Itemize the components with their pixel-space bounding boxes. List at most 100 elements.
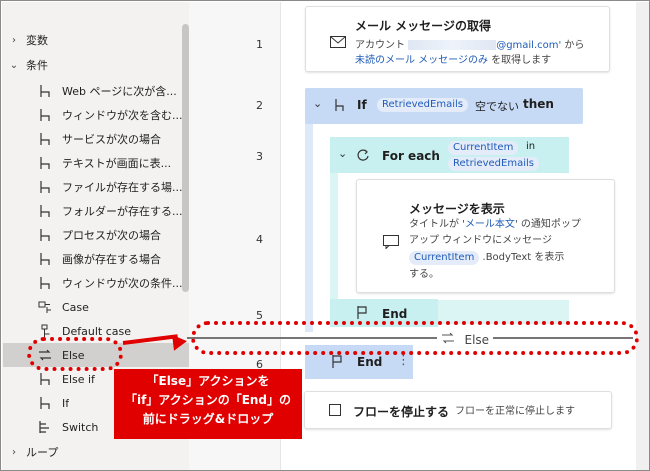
- branch-icon: [36, 371, 54, 387]
- desc-text: から: [561, 40, 585, 51]
- annotation-text: 「Else」アクションを 「if」アクションの「End」の 前にドラッグ&ドロッ…: [124, 374, 292, 426]
- branch-icon: [36, 251, 54, 267]
- branch-icon: [36, 179, 54, 195]
- window-frame: › 変数 ⌄ 条件 Web ページに次が含... ウィンドウが次を含む... サ…: [0, 0, 650, 471]
- then-keyword: then: [523, 97, 554, 111]
- annotation-drop-oval: [191, 321, 639, 355]
- desc-text: アカウント: [355, 40, 405, 51]
- action-label: If: [62, 396, 70, 410]
- redacted-email: [408, 40, 497, 50]
- action-card-show-message[interactable]: メッセージを表示 タイトルが 'メール本文' の通知ポップ アップ ウィンドウに…: [356, 179, 615, 293]
- action-item-window-contains[interactable]: ウィンドウが次を含む...: [36, 103, 186, 127]
- foreach-keyword: For each: [382, 149, 440, 163]
- action-label: ウィンドウが次を含む...: [62, 109, 183, 122]
- branch-icon: [36, 395, 54, 411]
- action-item-folder-exists[interactable]: フォルダーが存在する...: [36, 199, 186, 223]
- chevron-down-icon[interactable]: ⌄: [313, 97, 322, 110]
- action-card-stop-flow[interactable]: フローを停止する フローを正常に停止します: [304, 391, 612, 429]
- chevron-down-icon: ⌄: [9, 59, 19, 71]
- variable-token: CurrentItem: [448, 141, 519, 155]
- foreach-header[interactable]: ⌄ For each CurrentItem in RetrievedEmail…: [330, 137, 569, 173]
- action-label: ファイルが存在する場...: [62, 181, 183, 194]
- variable-token: RetrievedEmails: [377, 98, 468, 112]
- action-label: フォルダーが存在する...: [62, 205, 183, 218]
- action-description: フローを正常に停止します: [455, 406, 575, 417]
- action-label: ウィンドウが次の条件...: [62, 277, 183, 290]
- line-number: 2: [256, 99, 263, 112]
- branch-icon: [36, 275, 54, 291]
- branch-icon: [36, 203, 54, 219]
- chevron-right-icon: ›: [12, 34, 16, 46]
- action-item-image-exists[interactable]: 画像が存在する場合: [36, 247, 186, 271]
- action-item-text-on-screen[interactable]: テキストが画面に表...: [36, 151, 186, 175]
- branch-icon: [36, 83, 54, 99]
- group-label: ループ: [26, 446, 59, 459]
- desc-text: を取得します: [487, 55, 552, 66]
- group-loops[interactable]: › ループ: [8, 440, 58, 464]
- branch-icon: [333, 98, 345, 115]
- if-keyword: If: [357, 98, 367, 112]
- action-label: Case: [62, 300, 89, 314]
- action-description-line4: する。: [409, 269, 439, 280]
- annotation-else-oval: [27, 337, 123, 371]
- action-label: テキストが画面に表...: [62, 157, 172, 170]
- action-item-if-process[interactable]: プロセスが次の場合: [36, 223, 186, 247]
- action-description: アカウント @gmail.com' から: [355, 38, 584, 53]
- desc-text: .BodyText を表示: [482, 252, 565, 263]
- flag-icon: [331, 354, 344, 371]
- annotation-arrow-head: [172, 333, 188, 351]
- branch-icon: [36, 107, 54, 123]
- action-label: Web ページに次が含...: [62, 85, 177, 98]
- line-number: 4: [256, 233, 263, 246]
- action-title: メッセージを表示: [409, 202, 505, 216]
- more-options-icon[interactable]: ⋮: [397, 353, 410, 368]
- if-header[interactable]: ⌄ If RetrievedEmails 空でない then: [305, 88, 583, 124]
- action-item-file-exists[interactable]: ファイルが存在する場...: [36, 175, 186, 199]
- variable-token: RetrievedEmails: [448, 157, 539, 171]
- desc-text: タイトルが ': [409, 219, 465, 230]
- action-card-retrieve-email[interactable]: メール メッセージの取得 アカウント @gmail.com' から 未読のメール…: [305, 6, 610, 72]
- action-description-line3: CurrentItem .BodyText を表示: [409, 250, 564, 265]
- group-label: 変数: [26, 34, 48, 47]
- action-label: Else if: [62, 372, 95, 386]
- condition-text: 空でない: [475, 100, 519, 113]
- email-param: @gmail.com': [496, 40, 562, 51]
- chevron-down-icon[interactable]: ⌄: [338, 147, 347, 160]
- chevron-right-icon: ›: [12, 446, 16, 458]
- action-label: プロセスが次の場合: [62, 229, 161, 242]
- variable-token: CurrentItem: [409, 251, 480, 265]
- end-label: End: [382, 307, 408, 321]
- designer-scrollbar[interactable]: [636, 2, 649, 470]
- flag-icon: [356, 305, 369, 322]
- in-keyword: in: [526, 141, 536, 152]
- branch-icon: [36, 227, 54, 243]
- annotation-callout: 「Else」アクションを 「if」アクションの「End」の 前にドラッグ&ドロッ…: [114, 369, 302, 439]
- action-description-line2: アップ ウィンドウにメッセージ: [409, 235, 552, 246]
- message-box-icon: [383, 235, 399, 252]
- action-label: Switch: [62, 420, 99, 434]
- action-title: メール メッセージの取得: [355, 19, 491, 33]
- end-label: End: [357, 355, 383, 369]
- action-item-if-service[interactable]: サービスが次の場合: [36, 127, 186, 151]
- group-label: 条件: [26, 59, 48, 72]
- action-item-window-condition[interactable]: ウィンドウが次の条件...: [36, 271, 186, 295]
- action-label: 画像が存在する場合: [62, 253, 161, 266]
- action-item-webpage-contains[interactable]: Web ページに次が含...: [36, 79, 186, 103]
- desc-text: ' の通知ポップ: [514, 219, 581, 230]
- group-conditionals[interactable]: ⌄ 条件: [8, 53, 48, 77]
- stop-icon: [329, 404, 341, 416]
- action-description: タイトルが 'メール本文' の通知ポップ: [409, 217, 581, 232]
- line-number: 1: [256, 38, 263, 51]
- branch-icon: [36, 155, 54, 171]
- loop-icon: [356, 148, 370, 165]
- filter-param: 未読のメール メッセージのみ: [355, 55, 488, 66]
- group-variables[interactable]: › 変数: [8, 28, 48, 52]
- action-title: フローを停止する: [353, 405, 450, 419]
- case-icon: [36, 299, 54, 315]
- mail-icon: [330, 36, 346, 51]
- action-item-case[interactable]: Case: [36, 295, 186, 319]
- line-number: 3: [256, 150, 263, 163]
- action-label: サービスが次の場合: [62, 133, 161, 146]
- title-param: メール本文: [464, 219, 515, 230]
- action-description-line2: 未読のメール メッセージのみ を取得します: [355, 53, 551, 68]
